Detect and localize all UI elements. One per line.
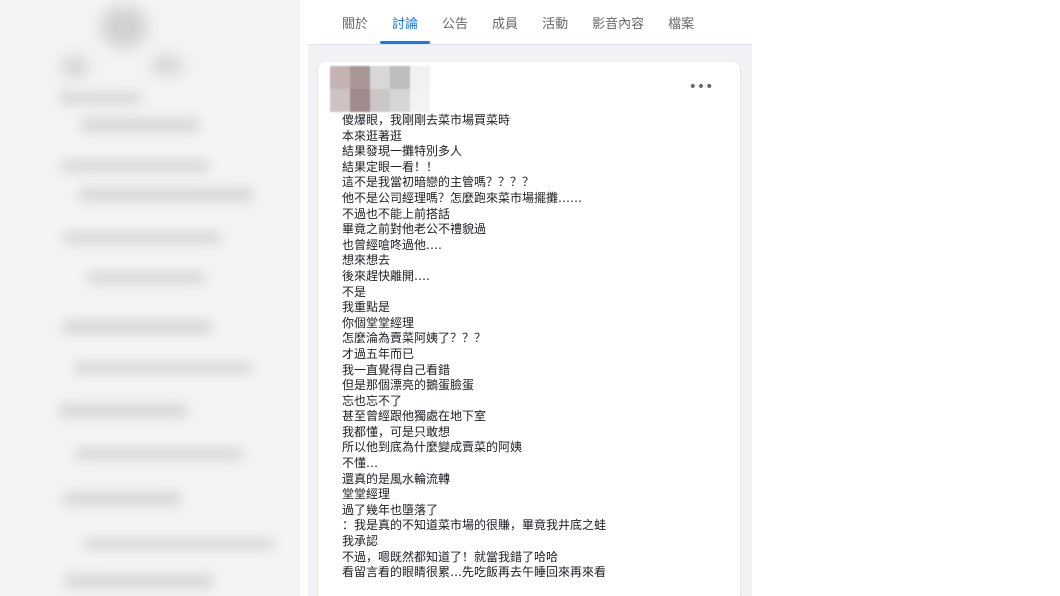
post-line: 我一直覺得自己看錯	[342, 362, 451, 377]
post-line: 不懂…	[342, 456, 379, 471]
post-card: ••• 傻爆眼，我剛剛去菜市場買菜時 本來逛著逛 結果發現一攤特別多人 結果定眼…	[318, 62, 740, 596]
post-line: 這不是我當初暗戀的主管嗎？？？？	[342, 175, 535, 190]
post-line: 結果定眼一看！！	[342, 159, 439, 174]
post-line: 傻爆眼，我剛剛去菜市場買菜時	[342, 113, 511, 127]
post-line: 不是	[342, 284, 367, 299]
right-blank-area	[752, 0, 1060, 596]
tab-announcements[interactable]: 公告	[430, 0, 480, 44]
post-line: 畢竟之前對他老公不禮貌過	[342, 222, 487, 237]
post-line: 所以他到底為什麼變成賣菜的阿姨	[342, 440, 523, 455]
tab-events[interactable]: 活動	[530, 0, 580, 44]
post-line: 不過也不能上前搭話	[342, 206, 451, 221]
tab-members[interactable]: 成員	[480, 0, 530, 44]
post-line: 但是那個漂亮的鵝蛋臉蛋	[342, 378, 475, 393]
post-line: 才過五年而已	[342, 346, 415, 361]
tab-discussion[interactable]: 討論	[380, 0, 431, 44]
post-line: 我都懂，可是只敢想	[342, 424, 451, 439]
post-line: 結果發現一攤特別多人	[342, 144, 463, 159]
post-line: 想來想去	[342, 253, 391, 268]
redacted-author-block	[330, 66, 450, 112]
post-line: 我承認	[342, 534, 379, 549]
tab-media[interactable]: 影音內容	[580, 0, 656, 44]
group-main-panel: 關於 討論 公告 成員 活動 影音內容 檔案 ••• 傻爆眼，我剛剛去菜市場買菜…	[308, 0, 752, 596]
post-line: 你個堂堂經理	[342, 315, 415, 330]
post-line: 過了幾年也墮落了	[342, 502, 439, 517]
tab-files[interactable]: 檔案	[656, 0, 706, 44]
post-line: 看留言看的眼睛很累…先吃飯再去午睡回來再來看	[342, 565, 607, 580]
tab-about[interactable]: 關於	[330, 0, 380, 44]
post-line: 忘也忘不了	[342, 393, 403, 408]
blurred-background-left	[0, 0, 300, 596]
post-line: 後來趕快離開….	[342, 268, 430, 283]
post-line: ：我是真的不知道菜市場的很賺，畢竟我井底之蛙	[342, 518, 607, 533]
post-line: 也曾經嗆咚過他….	[342, 237, 442, 252]
post-line: 不過，嗯既然都知道了！就當我錯了哈哈	[342, 549, 559, 564]
post-header: •••	[330, 66, 726, 112]
post-line: 我重點是	[342, 300, 391, 315]
more-horizontal-icon[interactable]: •••	[689, 80, 714, 94]
post-line: 怎麼淪為賣菜阿姨了？？？	[342, 331, 487, 346]
post-line: 堂堂經理	[342, 487, 391, 502]
post-line: 還真的是風水輪流轉	[342, 471, 451, 486]
group-top-navigation: 關於 討論 公告 成員 活動 影音內容 檔案	[308, 0, 752, 45]
post-body: 傻爆眼，我剛剛去菜市場買菜時 本來逛著逛 結果發現一攤特別多人 結果定眼一看！！…	[342, 113, 722, 581]
post-line: 他不是公司經理嗎？怎麼跑來菜市場擺攤……	[342, 190, 583, 205]
post-line: 甚至曾經跟他獨處在地下室	[342, 409, 487, 424]
post-line: 本來逛著逛	[342, 128, 403, 143]
group-tabs: 關於 討論 公告 成員 活動 影音內容 檔案	[330, 0, 706, 44]
